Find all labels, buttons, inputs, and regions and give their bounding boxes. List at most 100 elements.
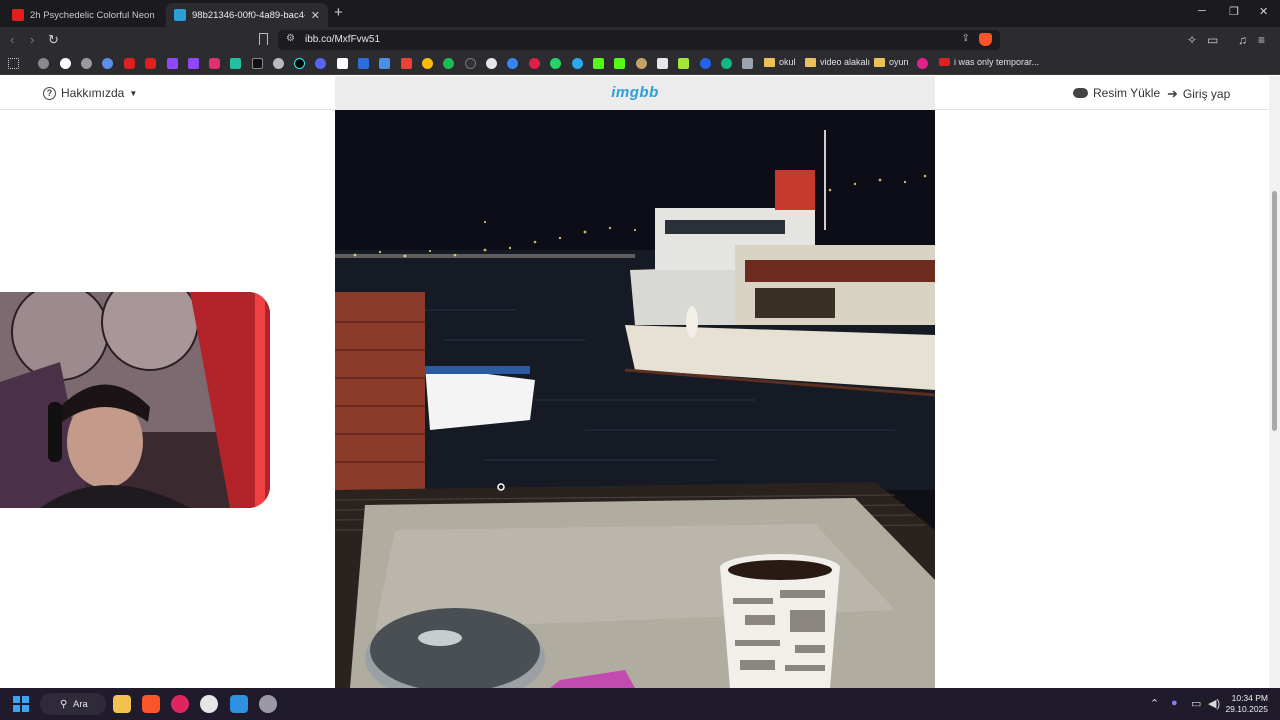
kick-icon[interactable] [593, 58, 604, 69]
taskbar-search[interactable]: ⚲ Ara [40, 693, 106, 715]
site-icon[interactable] [657, 58, 668, 69]
menu-icon[interactable]: ≡ [1258, 33, 1265, 47]
history-icon[interactable] [38, 58, 49, 69]
gemini-icon[interactable] [102, 58, 113, 69]
tab-strip: 2h Psychedelic Colorful Neon Backgro 98b… [0, 0, 1280, 27]
volume-icon[interactable]: ◀) [1208, 697, 1220, 710]
tab-title: 98b21346-00f0-4a89-bac4-11c8 [192, 9, 305, 21]
start-button[interactable] [13, 696, 29, 712]
site-icon[interactable] [678, 58, 689, 69]
photos-icon[interactable] [230, 695, 248, 713]
close-window-icon[interactable]: ✕ [1259, 5, 1268, 18]
minimize-icon[interactable]: ─ [1198, 5, 1206, 17]
reload-icon[interactable]: ↻ [48, 32, 59, 48]
folder-icon [874, 57, 885, 67]
instagram-icon[interactable] [209, 58, 220, 69]
extensions-icon[interactable]: ✧ [1187, 33, 1197, 47]
url-text: ibb.co/MxfFvw51 [305, 34, 381, 45]
site-header: ? Hakkımızda ▼ imgbb Resim Yükle ➜ Giriş… [0, 76, 1269, 110]
drive-icon[interactable] [422, 58, 433, 69]
brave-shields-icon[interactable] [979, 33, 992, 46]
file-explorer-icon[interactable] [113, 695, 131, 713]
whatsapp-icon[interactable] [550, 58, 561, 69]
scrollbar-thumb[interactable] [1272, 191, 1277, 431]
back-icon[interactable]: ‹ [10, 32, 14, 47]
twitch-icon[interactable] [167, 58, 178, 69]
media-icon[interactable]: ♫ [1238, 33, 1247, 47]
chevron-up-icon[interactable]: ⌃ [1150, 697, 1159, 710]
youtube-icon[interactable] [124, 58, 135, 69]
youtube-icon [939, 58, 950, 66]
youtube-icon[interactable] [145, 58, 156, 69]
app-icon[interactable] [200, 695, 218, 713]
bookmark-folder-oyun[interactable]: oyun [874, 57, 909, 67]
clock-time: 10:34 PM [1231, 693, 1268, 703]
tab-imgbb[interactable]: 98b21346-00f0-4a89-bac4-11c8 ✕ [166, 3, 328, 27]
sign-in-icon: ➜ [1167, 86, 1178, 101]
site-icon[interactable] [721, 58, 732, 69]
twitch-icon[interactable] [188, 58, 199, 69]
imgbb-icon [174, 9, 186, 21]
link-icon[interactable] [273, 58, 284, 69]
media-player-icon[interactable] [171, 695, 189, 713]
telegram-icon[interactable] [572, 58, 583, 69]
close-tab-icon[interactable]: ✕ [311, 9, 320, 22]
spotify-icon[interactable] [443, 58, 454, 69]
google-icon[interactable] [60, 58, 71, 69]
site-icon[interactable] [529, 58, 540, 69]
cloud-upload-icon [1073, 88, 1088, 98]
taskbar-clock[interactable]: 10:34 PM 29.10.2025 [1225, 693, 1268, 715]
youtube-icon [12, 9, 24, 21]
help-icon: ? [43, 86, 56, 100]
uploaded-image[interactable] [335, 110, 935, 688]
site-logo[interactable]: imgbb [335, 84, 935, 101]
site-settings-icon[interactable]: ⚙ [286, 33, 295, 44]
site-icon[interactable] [917, 58, 928, 69]
gmail-icon[interactable] [401, 58, 412, 69]
x-icon[interactable] [252, 58, 263, 69]
discord-icon[interactable] [315, 58, 326, 69]
chat-icon[interactable] [230, 58, 241, 69]
folder-icon [805, 57, 816, 67]
toolbar: ‹ › ↻ ⚙ ibb.co/MxfFvw51 ⇪ ✧ ▭ ♫ ≡ [0, 27, 1280, 53]
network-icon[interactable]: ▭ [1191, 697, 1201, 710]
forward-icon[interactable]: › [30, 32, 34, 47]
harbor-photo [335, 110, 935, 688]
about-menu[interactable]: ? Hakkımızda ▼ [43, 86, 137, 100]
login-label: Giriş yap [1182, 87, 1231, 101]
bookmark-folder-okul[interactable]: okul [764, 57, 796, 67]
login-button[interactable]: ➜ Giriş yap [1167, 86, 1230, 102]
sidebar-icon[interactable]: ▭ [1207, 33, 1218, 47]
upload-button[interactable]: Resim Yükle [1073, 86, 1160, 100]
page-scrollbar[interactable] [1269, 76, 1280, 688]
site-icon[interactable] [636, 58, 647, 69]
share-icon[interactable]: ⇪ [962, 33, 970, 44]
steam-icon[interactable] [259, 695, 277, 713]
site-icon[interactable] [358, 58, 369, 69]
webcam-overlay [0, 292, 270, 508]
bookmark-label: video alakalı [820, 57, 871, 67]
site-icon[interactable] [465, 58, 476, 69]
bookmark-folder-video[interactable]: video alakalı [805, 57, 870, 67]
new-tab-button[interactable]: + [334, 4, 343, 21]
brave-browser-icon[interactable] [142, 695, 160, 713]
site-icon[interactable] [379, 58, 390, 69]
site-icon[interactable] [337, 58, 348, 69]
tiktok-icon[interactable] [294, 58, 305, 69]
apps-icon[interactable] [8, 58, 19, 69]
tab-youtube[interactable]: 2h Psychedelic Colorful Neon Backgro [4, 3, 164, 27]
site-icon[interactable] [507, 58, 518, 69]
logo-band: imgbb [335, 76, 935, 110]
site-icon[interactable] [742, 58, 753, 69]
github-icon[interactable] [486, 58, 497, 69]
search-icon: ⚲ [60, 698, 68, 710]
bookmark-link-youtube[interactable]: i was only temporar... [939, 57, 1039, 67]
address-bar[interactable]: ⚙ ibb.co/MxfFvw51 ⇪ [278, 30, 1000, 50]
bookmark-icon[interactable] [259, 33, 268, 45]
restore-icon[interactable]: ❐ [1229, 5, 1239, 18]
site-icon[interactable] [700, 58, 711, 69]
browser-window: 2h Psychedelic Colorful Neon Backgro 98b… [0, 0, 1280, 720]
bookmark-site-icon[interactable] [81, 58, 92, 69]
microphone-icon[interactable]: ● [1171, 697, 1178, 709]
kick-icon[interactable] [614, 58, 625, 69]
